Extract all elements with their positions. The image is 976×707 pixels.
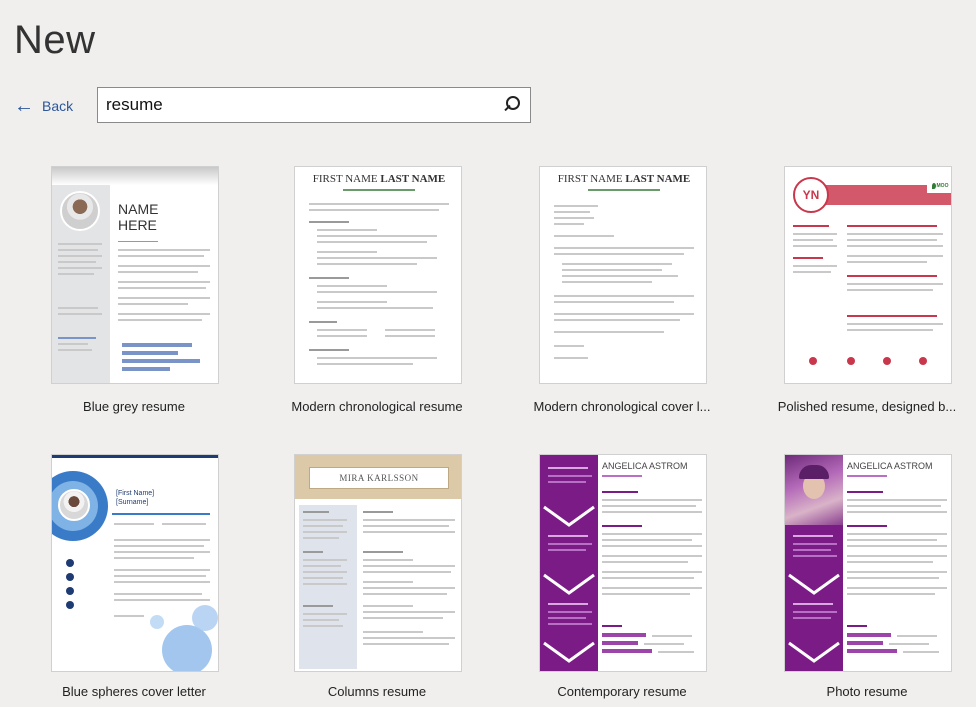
avatar	[58, 489, 90, 521]
preview-name: NAME HERE	[118, 201, 159, 233]
template-caption: Blue spheres cover letter	[62, 684, 206, 699]
template-caption: Blue grey resume	[83, 399, 185, 414]
template-caption: Columns resume	[327, 684, 427, 699]
preview-name: FIRST NAME LAST NAME	[557, 173, 691, 185]
template-caption: Contemporary resume	[557, 684, 687, 699]
preview-name: [First Name] [Surname]	[116, 490, 155, 506]
template-caption: Modern chronological cover l...	[533, 399, 711, 414]
template-thumbnail[interactable]: NAME HERE	[51, 166, 219, 384]
preview-name: ANGELICA ASTROM	[847, 461, 933, 471]
template-thumbnail[interactable]: ANGELICA ASTROM	[539, 454, 707, 672]
template-grid: NAME HERE Blue grey resume FIRST NAME LA…	[0, 0, 976, 707]
template-thumbnail[interactable]: [First Name] [Surname]	[51, 454, 219, 672]
moo-logo: MOO	[927, 179, 951, 193]
preview-name: ANGELICA ASTROM	[602, 461, 688, 471]
template-thumbnail[interactable]: YN MOO	[784, 166, 952, 384]
leaf-icon	[931, 183, 936, 189]
preview-name: FIRST NAME LAST NAME	[312, 173, 446, 185]
template-caption: Photo resume	[826, 684, 908, 699]
avatar	[60, 191, 100, 231]
template-thumbnail[interactable]: MIRA KARLSSON	[294, 454, 462, 672]
template-thumbnail[interactable]: FIRST NAME LAST NAME	[294, 166, 462, 384]
template-thumbnail[interactable]: FIRST NAME LAST NAME	[539, 166, 707, 384]
template-caption: Modern chronological resume	[291, 399, 463, 414]
preview-name: MIRA KARLSSON	[339, 473, 419, 483]
preview-initials-circle: YN	[793, 177, 829, 213]
template-caption: Polished resume, designed b...	[777, 399, 957, 414]
template-thumbnail[interactable]: ANGELICA ASTROM	[784, 454, 952, 672]
